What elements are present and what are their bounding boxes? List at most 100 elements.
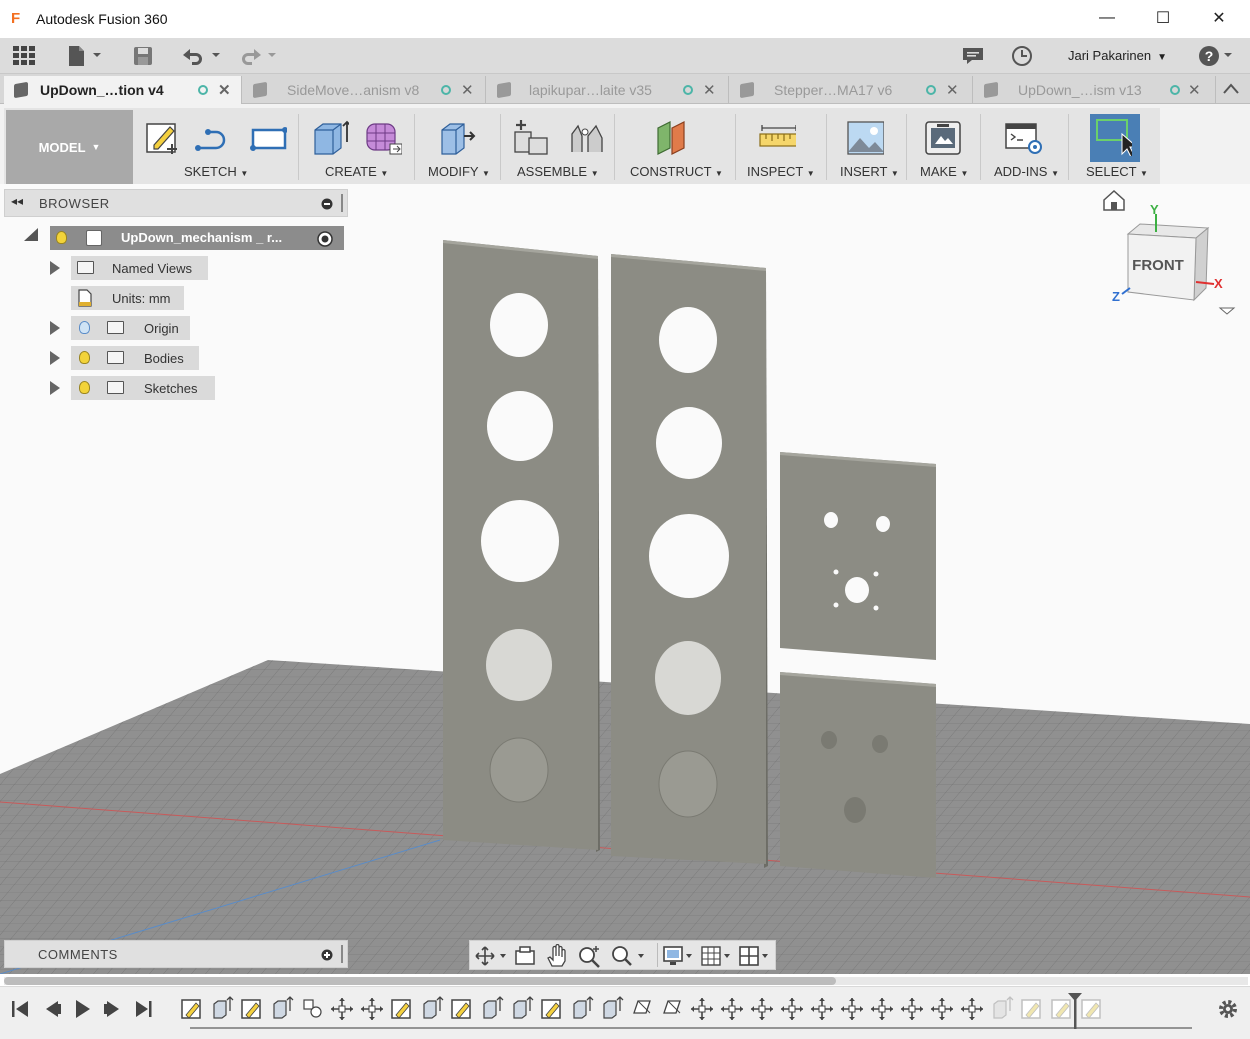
toolbar-group-create[interactable]: CREATE ▼ (325, 164, 388, 179)
toolbar-group-construct[interactable]: CONSTRUCT ▼ (630, 164, 723, 179)
comment-icon[interactable] (961, 45, 985, 67)
go-to-end-icon[interactable] (136, 1001, 152, 1017)
browser-collapse-minus-icon[interactable] (321, 198, 333, 210)
job-status-clock-icon[interactable] (1011, 45, 1033, 67)
viewports-icon[interactable] (738, 944, 774, 968)
timeline-feature-move-icon[interactable] (901, 998, 923, 1020)
timeline-feature-move-icon[interactable] (871, 998, 893, 1020)
close-tab-icon[interactable]: ✕ (946, 81, 959, 99)
undo-icon[interactable] (180, 45, 224, 67)
timeline-settings-gear-icon[interactable] (1219, 1000, 1237, 1018)
add-comment-plus-icon[interactable] (321, 949, 333, 961)
browser-item-named-views[interactable]: Named Views (71, 256, 208, 280)
timeline-feature-move-icon[interactable] (751, 998, 773, 1020)
redo-icon[interactable] (236, 45, 280, 67)
save-icon[interactable] (132, 45, 154, 67)
toolbar-group-insert[interactable]: INSERT ▼ (840, 164, 899, 179)
timeline-feature-extrude-icon[interactable] (603, 996, 624, 1019)
measure-ruler-icon[interactable] (758, 118, 796, 158)
step-back-icon[interactable] (46, 1001, 61, 1017)
joint-icon[interactable] (566, 118, 604, 158)
minimize-button[interactable]: — (1078, 0, 1136, 36)
expand-arrow-icon[interactable] (50, 351, 60, 365)
visibility-bulb-icon[interactable] (56, 231, 67, 244)
browser-item-sketches[interactable]: Sketches (71, 376, 215, 400)
zoom-icon[interactable] (578, 944, 602, 968)
grid-settings-icon[interactable] (700, 944, 734, 968)
user-account-menu[interactable]: Jari Pakarinen ▼ (1068, 48, 1167, 63)
document-tab[interactable]: lapikupar…laite v35 ✕ (487, 76, 729, 104)
home-view-icon[interactable] (1103, 189, 1125, 211)
timeline-feature-move-icon[interactable] (841, 998, 863, 1020)
close-tab-icon[interactable]: ✕ (1188, 81, 1201, 99)
body-side-panel-left[interactable] (443, 240, 600, 852)
document-tab[interactable]: SideMove…anism v8 ✕ (243, 76, 486, 104)
panel-pin-handle[interactable] (341, 194, 343, 212)
insert-image-icon[interactable] (846, 118, 884, 158)
timeline-feature-sketch-icon[interactable] (451, 999, 471, 1019)
collapse-panel-icon[interactable]: ◂◂ (11, 194, 23, 208)
toolbar-group-select[interactable]: SELECT ▼ (1086, 164, 1148, 179)
timeline-feature-move-icon[interactable] (961, 998, 983, 1020)
comments-panel-header[interactable]: COMMENTS (4, 940, 348, 968)
expand-arrow-icon[interactable] (50, 381, 60, 395)
document-tab[interactable]: UpDown_…tion v4 ✕ (4, 76, 242, 104)
timeline-feature-move-icon[interactable] (811, 998, 833, 1020)
toolbar-group-modify[interactable]: MODIFY ▼ (428, 164, 490, 179)
timeline-feature-move-icon[interactable] (931, 998, 953, 1020)
timeline-feature-sketch-icon[interactable] (181, 999, 201, 1019)
toolbar-group-sketch[interactable]: SKETCH ▼ (184, 164, 248, 179)
zoom-window-icon[interactable] (610, 944, 650, 968)
new-component-icon[interactable] (511, 118, 549, 158)
scripts-addins-icon[interactable] (1004, 118, 1042, 158)
timeline-feature-move-icon[interactable] (361, 998, 383, 1020)
timeline-feature-body-icon[interactable] (633, 1000, 651, 1014)
document-tab[interactable]: UpDown_…ism v13 ✕ (974, 76, 1216, 104)
activate-radio-icon[interactable] (316, 230, 334, 248)
display-settings-icon[interactable] (662, 944, 696, 968)
3d-print-icon[interactable] (923, 118, 961, 158)
timeline-feature-extrude-icon[interactable] (513, 996, 534, 1019)
step-forward-icon[interactable] (104, 1001, 119, 1017)
extrude-icon[interactable] (311, 118, 349, 158)
browser-item-origin[interactable]: Origin (71, 316, 190, 340)
timeline-feature-body-icon[interactable] (663, 1000, 681, 1014)
timeline-feature-sketch-icon[interactable] (1081, 999, 1101, 1019)
toolbar-group-assemble[interactable]: ASSEMBLE ▼ (517, 164, 599, 179)
visibility-bulb-icon[interactable] (79, 381, 90, 394)
panel-pin-handle[interactable] (341, 945, 343, 963)
tab-overflow-chevron-up-icon[interactable] (1222, 82, 1240, 96)
timeline-feature-extrude-icon[interactable] (423, 996, 444, 1019)
document-tab[interactable]: Stepper…MA17 v6 ✕ (730, 76, 973, 104)
press-pull-icon[interactable] (438, 118, 476, 158)
timeline-feature-move-icon[interactable] (781, 998, 803, 1020)
timeline-feature-extrude-icon[interactable] (483, 996, 504, 1019)
orbit-icon[interactable] (474, 945, 510, 967)
close-tab-icon[interactable]: ✕ (703, 81, 716, 99)
toolbar-group-make[interactable]: MAKE ▼ (920, 164, 968, 179)
scrollbar-thumb[interactable] (4, 977, 836, 985)
file-menu-icon[interactable] (66, 45, 104, 67)
offset-plane-icon[interactable] (654, 118, 692, 158)
look-at-icon[interactable] (514, 945, 536, 967)
toolbar-group-inspect[interactable]: INSPECT ▼ (747, 164, 815, 179)
body-motor-plate-bottom[interactable] (780, 672, 936, 878)
browser-root-component[interactable]: UpDown_mechanism _ r... (50, 226, 344, 250)
browser-panel-header[interactable]: ◂◂ BROWSER (4, 189, 348, 217)
body-motor-plate-top[interactable] (780, 452, 936, 660)
expand-arrow-icon[interactable] (50, 321, 60, 335)
browser-item-units[interactable]: Units: mm (71, 286, 184, 310)
timeline-feature-sketch-icon[interactable] (541, 999, 561, 1019)
close-tab-icon[interactable]: ✕ (218, 81, 231, 99)
form-tspline-icon[interactable] (364, 118, 402, 158)
timeline-scrollbar[interactable] (4, 977, 1248, 985)
viewcube-menu-chevron-icon[interactable] (1218, 307, 1236, 315)
timeline-feature-sketch-icon[interactable] (391, 999, 411, 1019)
timeline-feature-sketch-icon[interactable] (241, 999, 261, 1019)
sketch-rectangle-icon[interactable] (249, 118, 287, 158)
sketch-line-arc-icon[interactable] (192, 118, 230, 158)
timeline-feature-move-icon[interactable] (331, 998, 353, 1020)
timeline-feature-move-icon[interactable] (721, 998, 743, 1020)
help-icon[interactable]: ? (1198, 45, 1238, 67)
expand-arrow-icon[interactable] (50, 261, 60, 275)
